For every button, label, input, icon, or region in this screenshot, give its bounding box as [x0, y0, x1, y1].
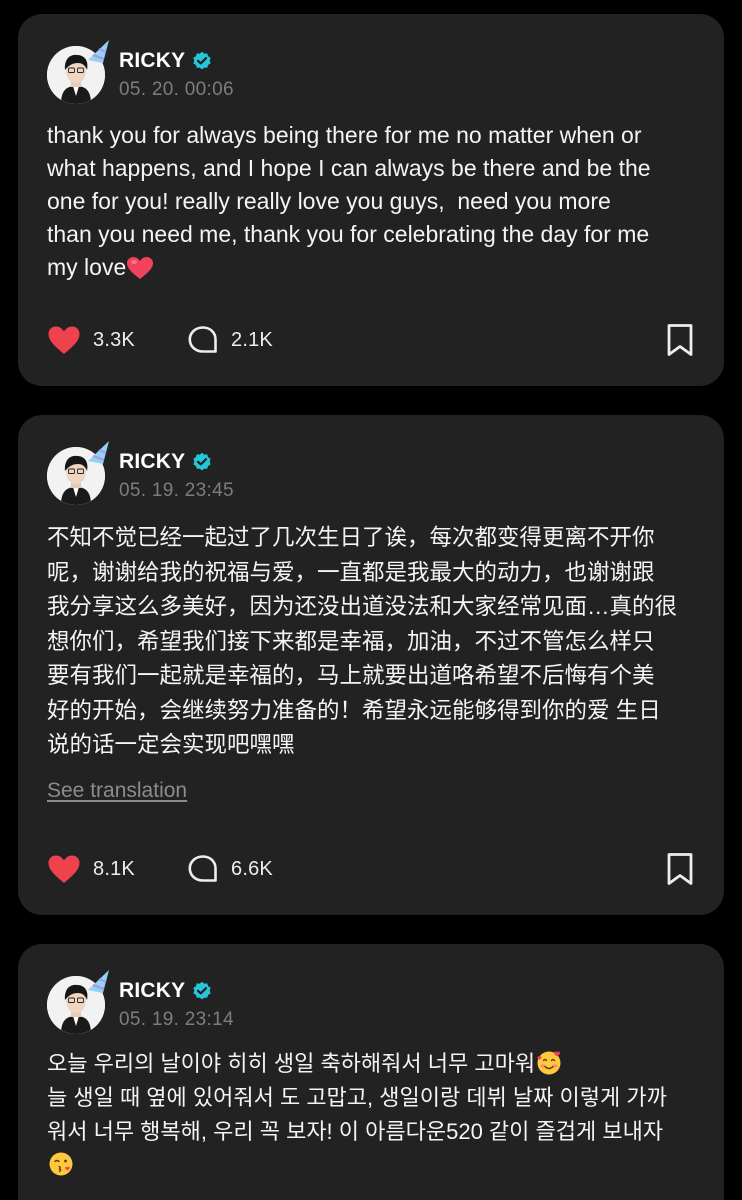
post-header: RICKY 05. 19. 23:45 [47, 441, 447, 505]
comment-button[interactable]: 2.1K [187, 322, 273, 358]
post-text-rest: 늘 생일 때 옆에 있어줘서 도 고맙고, 생일이랑 데뷔 날짜 이렇게 가까 … [47, 1085, 667, 1144]
post-text: 오늘 우리의 날이야 히히 생일 축하해줘서 너무 고마워 늘 생일 때 옆에 … [47, 1047, 700, 1183]
heart-icon [48, 326, 80, 354]
post-actions: 8.1K 6.6K [47, 851, 696, 887]
post-card[interactable]: RICKY 05. 20. 00:06 thank you for always… [18, 14, 724, 386]
like-button[interactable]: 3.3K [47, 322, 135, 358]
face-blowing-kiss-emoji-icon [49, 1152, 73, 1176]
comment-icon [188, 855, 217, 882]
verified-badge-icon [193, 981, 211, 1000]
author-row: RICKY [119, 978, 212, 1004]
post-text-line-1: 오늘 우리의 날이야 히히 생일 축하해줘서 너무 고마워 [47, 1051, 536, 1076]
author-name[interactable]: RICKY [119, 450, 185, 474]
post-card[interactable]: RICKY 05. 19. 23:14 오늘 우리의 날이야 히히 생일 축하해… [18, 944, 724, 1200]
bookmark-icon[interactable] [664, 323, 696, 357]
feed: RICKY 05. 20. 00:06 thank you for always… [0, 0, 742, 1200]
like-button[interactable]: 8.1K [47, 851, 135, 887]
post-card[interactable]: RICKY 05. 19. 23:45 不知不觉已经一起过了几次生日了诶，每次都… [18, 415, 724, 915]
party-hat-icon [88, 970, 109, 993]
comment-button[interactable]: 6.6K [187, 851, 273, 887]
avatar[interactable] [47, 40, 109, 104]
author-name[interactable]: RICKY [119, 49, 185, 73]
like-count: 8.1K [93, 857, 135, 880]
smiling-face-with-hearts-emoji-icon [537, 1051, 561, 1075]
red-heart-emoji-icon [127, 257, 154, 279]
author-row: RICKY [119, 449, 212, 475]
post-header: RICKY 05. 20. 00:06 [47, 40, 447, 104]
comment-count: 6.6K [231, 857, 273, 880]
post-header: RICKY 05. 19. 23:14 [47, 970, 447, 1034]
see-translation-link[interactable]: See translation [47, 779, 187, 803]
post-text: 不知不觉已经一起过了几次生日了诶，每次都变得更离不开你 呢，谢谢给我的祝福与爱，… [47, 525, 678, 757]
party-hat-icon [88, 441, 109, 464]
verified-badge-icon [193, 51, 211, 70]
author-row: RICKY [119, 48, 212, 74]
author-name[interactable]: RICKY [119, 979, 185, 1003]
party-hat-icon [88, 40, 109, 63]
post-text: thank you for always being there for me … [47, 119, 700, 284]
heart-icon [48, 855, 80, 883]
comment-count: 2.1K [231, 328, 273, 351]
post-timestamp: 05. 19. 23:45 [119, 480, 234, 501]
post-timestamp: 05. 20. 00:06 [119, 79, 234, 100]
post-actions: 3.3K 2.1K [47, 322, 696, 358]
avatar[interactable] [47, 441, 109, 505]
comment-icon [188, 326, 217, 353]
post-timestamp: 05. 19. 23:14 [119, 1009, 234, 1030]
like-count: 3.3K [93, 328, 135, 351]
verified-badge-icon [193, 452, 211, 471]
avatar[interactable] [47, 970, 109, 1034]
bookmark-icon[interactable] [664, 852, 696, 886]
